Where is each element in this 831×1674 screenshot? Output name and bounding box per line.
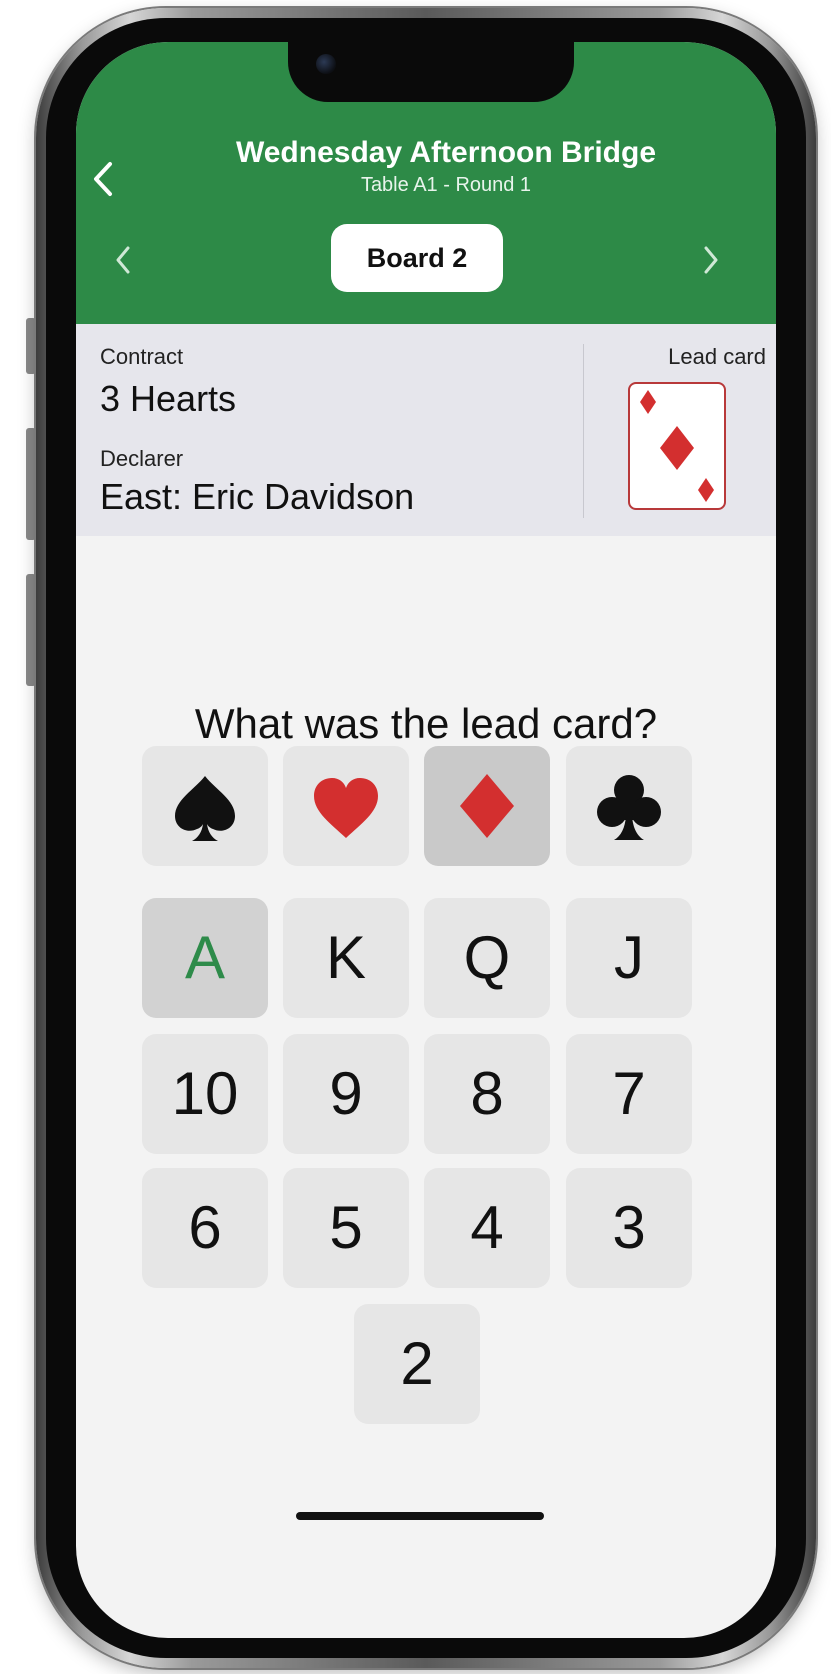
suit-button-clubs[interactable]: [566, 746, 692, 866]
question-prompt: What was the lead card?: [194, 700, 658, 747]
diamond-icon: [460, 774, 514, 838]
home-indicator[interactable]: [296, 1512, 544, 1520]
rank-button-Q[interactable]: Q: [424, 898, 550, 1018]
next-board-button[interactable]: [690, 238, 730, 282]
rank-button-3[interactable]: 3: [566, 1168, 692, 1288]
board-selector[interactable]: Board 2: [331, 224, 503, 292]
divider: [583, 344, 584, 518]
club-icon: [597, 775, 661, 840]
spade-icon: [175, 776, 235, 841]
notch: [288, 42, 574, 102]
front-camera-icon: [316, 54, 336, 74]
rank-button-9[interactable]: 9: [283, 1034, 409, 1154]
stage: Wednesday Afternoon Bridge Table A1 - Ro…: [0, 0, 831, 1674]
rank-button-4[interactable]: 4: [424, 1168, 550, 1288]
rank-button-K[interactable]: K: [283, 898, 409, 1018]
chevron-left-icon: [116, 246, 130, 274]
volume-up-button: [26, 428, 36, 540]
lead-card-preview: [628, 382, 726, 510]
rank-button-2[interactable]: 2: [354, 1304, 480, 1424]
mute-switch: [26, 318, 36, 374]
suit-button-hearts[interactable]: [283, 746, 409, 866]
chevron-left-icon: [94, 162, 112, 196]
declarer-value: East: Eric Davidson: [100, 476, 415, 517]
contract-info-panel: Contract 3 Hearts Declarer East: Eric Da…: [76, 324, 776, 536]
rank-button-A[interactable]: A: [142, 898, 268, 1018]
rank-button-5[interactable]: 5: [283, 1168, 409, 1288]
previous-board-button[interactable]: [104, 238, 144, 282]
rank-button-7[interactable]: 7: [566, 1034, 692, 1154]
back-button[interactable]: [84, 154, 124, 204]
rank-button-J[interactable]: J: [566, 898, 692, 1018]
rank-button-10[interactable]: 10: [142, 1034, 268, 1154]
chevron-right-icon: [704, 246, 718, 274]
volume-down-button: [26, 574, 36, 686]
page-subtitle: Table A1 - Round 1: [360, 174, 532, 196]
declarer-label: Declarer: [100, 446, 184, 471]
suit-button-diamonds[interactable]: [424, 746, 550, 866]
lead-card-label: Lead card: [668, 344, 766, 369]
contract-value: 3 Hearts: [100, 378, 237, 419]
suit-button-spades[interactable]: [142, 746, 268, 866]
contract-label: Contract: [100, 344, 184, 369]
heart-icon: [314, 778, 378, 838]
diamond-icon: [640, 390, 714, 502]
rank-button-8[interactable]: 8: [424, 1034, 550, 1154]
app-screen: Wednesday Afternoon Bridge Table A1 - Ro…: [76, 42, 776, 1638]
page-title: Wednesday Afternoon Bridge: [235, 136, 657, 169]
rank-button-6[interactable]: 6: [142, 1168, 268, 1288]
